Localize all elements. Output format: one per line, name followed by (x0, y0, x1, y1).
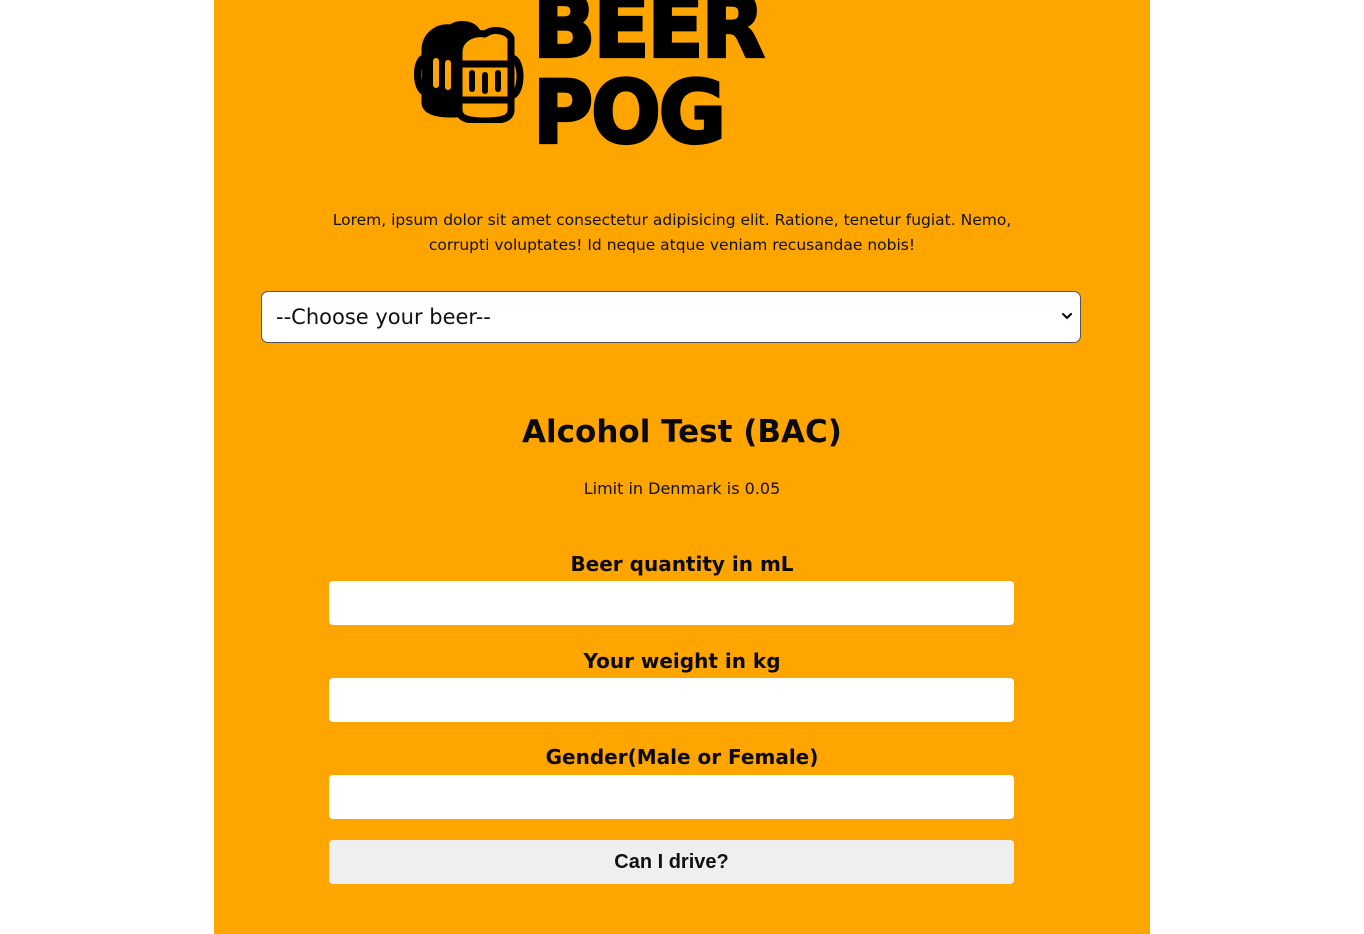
weight-input[interactable] (329, 678, 1014, 722)
beer-select-value: --Choose your beer-- (276, 305, 491, 329)
main-page: BEER POG Lorem, ipsum dolor sit amet con… (214, 0, 1150, 934)
beer-mugs-icon (414, 21, 524, 123)
bac-title: Alcohol Test (BAC) (522, 414, 842, 450)
chevron-down-icon (1062, 313, 1072, 319)
weight-label: Your weight in kg (583, 649, 781, 673)
quantity-input[interactable] (329, 581, 1014, 625)
gender-label: Gender(Male or Female) (545, 745, 819, 769)
gender-input[interactable] (329, 775, 1014, 819)
can-i-drive-button[interactable]: Can I drive? (329, 840, 1014, 884)
brand-logo: BEER POG (411, 0, 951, 158)
quantity-label: Beer quantity in mL (570, 552, 794, 576)
intro-text: Lorem, ipsum dolor sit amet consectetur … (332, 210, 1012, 254)
beer-select[interactable]: --Choose your beer-- (261, 291, 1081, 343)
limit-text: Limit in Denmark is 0.05 (583, 479, 781, 498)
brand-name: BEER POG (532, 0, 767, 163)
